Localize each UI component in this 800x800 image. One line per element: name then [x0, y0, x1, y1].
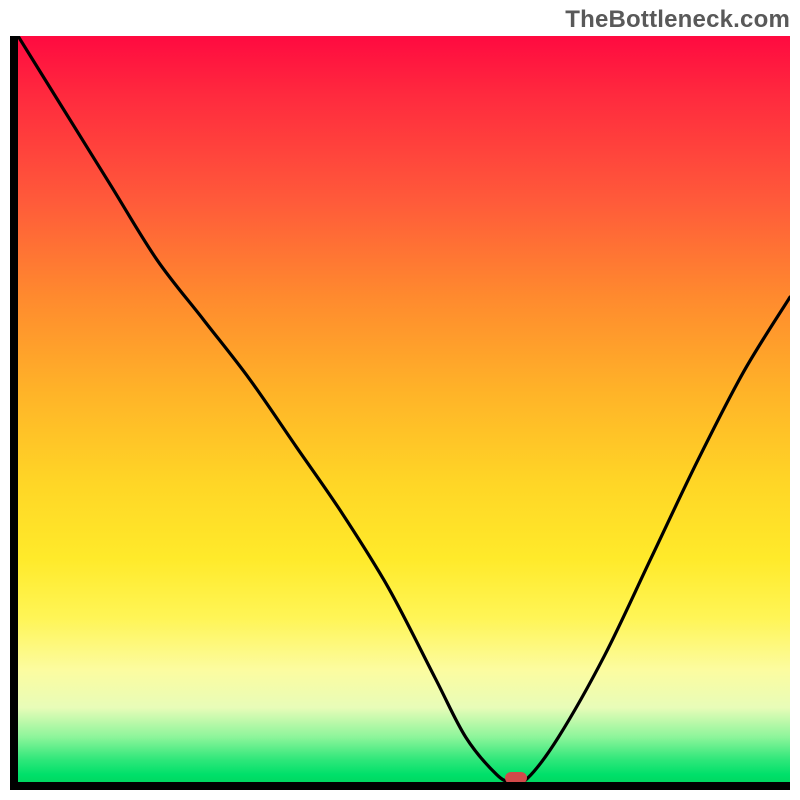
- gradient-background: [18, 36, 790, 782]
- plot-area: [10, 36, 790, 790]
- watermark-text: TheBottleneck.com: [565, 6, 790, 34]
- bottleneck-chart: TheBottleneck.com: [0, 0, 800, 800]
- dip-marker: [505, 772, 527, 784]
